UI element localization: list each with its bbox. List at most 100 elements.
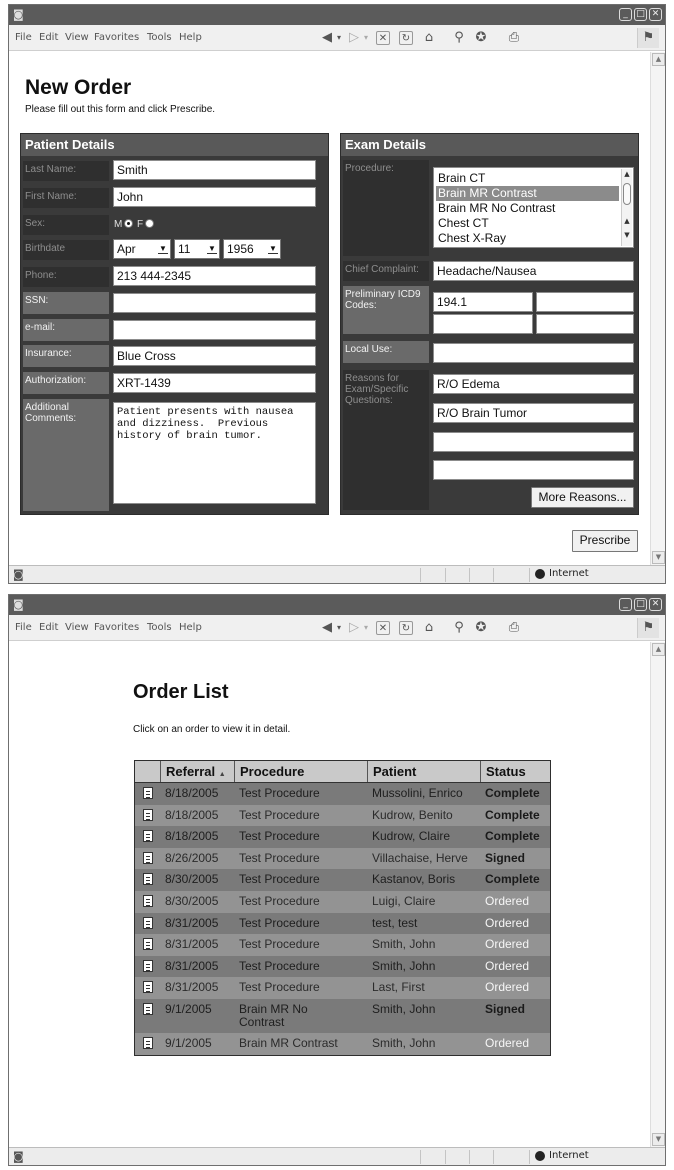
back-arrow-icon[interactable]: ◀	[319, 620, 335, 636]
table-row[interactable]: 8/31/2005 Test Procedure test, test Ordered	[135, 912, 550, 935]
menu-favorites[interactable]: Favorites	[94, 32, 139, 43]
icd9-code-field[interactable]	[536, 292, 634, 312]
additional-comments-textarea[interactable]: Patient presents with nausea and dizzine…	[113, 402, 316, 504]
refresh-icon[interactable]: ↻	[399, 31, 413, 45]
print-icon[interactable]: ⎙	[506, 30, 522, 46]
procedure-option[interactable]: Brain MR No Contrast	[436, 201, 619, 216]
minimize-button[interactable]: _	[619, 598, 632, 611]
reason-field[interactable]: R/O Edema	[433, 374, 634, 394]
print-icon[interactable]: ⎙	[506, 620, 522, 636]
insurance-field[interactable]: Blue Cross	[113, 346, 316, 366]
icd9-code-field[interactable]	[433, 314, 533, 334]
document-icon[interactable]	[143, 938, 153, 951]
document-icon[interactable]	[143, 981, 153, 994]
search-icon[interactable]: ⚲	[451, 620, 467, 636]
search-icon[interactable]: ⚲	[451, 30, 467, 46]
table-row[interactable]: 8/30/2005 Test Procedure Luigi, Claire Orde…	[135, 890, 550, 913]
icd9-code-field[interactable]: 194.1	[433, 292, 533, 312]
table-row[interactable]: 8/18/2005 Test Procedure Kudrow, Claire Com…	[135, 826, 550, 848]
procedure-option[interactable]: Chest CT	[436, 216, 619, 231]
refresh-icon[interactable]: ↻	[399, 621, 413, 635]
favorites-icon[interactable]: ✪	[473, 620, 489, 636]
menu-edit[interactable]: Edit	[39, 32, 58, 43]
first-name-field[interactable]: John	[113, 187, 316, 207]
column-header-referral[interactable]: Referral ▲	[160, 761, 234, 782]
table-row[interactable]: 8/18/2005 Test Procedure Mussolini, Enrico…	[135, 783, 550, 805]
procedure-option[interactable]: Chest X-Ray	[436, 231, 619, 246]
procedure-listbox[interactable]: Brain CT Brain MR Contrast Brain MR No C…	[433, 167, 634, 248]
page-scrollbar[interactable]: ▲ ▼	[650, 52, 665, 565]
icd9-code-field[interactable]	[536, 314, 634, 334]
document-icon[interactable]	[143, 787, 153, 799]
chief-complaint-field[interactable]: Headache/Nausea	[433, 261, 634, 281]
document-icon[interactable]	[143, 959, 153, 972]
back-dropdown-icon[interactable]: ▾	[335, 30, 343, 46]
more-reasons-button[interactable]: More Reasons...	[531, 487, 634, 508]
column-header-status[interactable]: Status	[480, 761, 550, 782]
forward-dropdown-icon[interactable]: ▾	[362, 620, 370, 636]
home-icon[interactable]: ⌂	[421, 30, 437, 46]
sex-f-radio[interactable]	[145, 219, 154, 228]
document-icon[interactable]	[143, 916, 153, 929]
menu-file[interactable]: File	[15, 622, 32, 633]
document-icon[interactable]	[143, 851, 153, 864]
menu-favorites[interactable]: Favorites	[94, 622, 139, 633]
table-row[interactable]: 9/1/2005 Brain MR Contrast Smith, John Orde…	[135, 1032, 550, 1055]
close-button[interactable]: ✕	[649, 598, 662, 611]
last-name-field[interactable]: Smith	[113, 160, 316, 180]
menu-tools[interactable]: Tools	[147, 32, 172, 43]
menu-view[interactable]: View	[65, 622, 89, 633]
scroll-up-arrow-icon[interactable]: ▲	[652, 53, 665, 66]
reason-field[interactable]	[433, 460, 634, 480]
menu-edit[interactable]: Edit	[39, 622, 58, 633]
column-header-procedure[interactable]: Procedure	[234, 761, 367, 782]
forward-arrow-icon[interactable]: ▷	[346, 620, 362, 636]
stop-icon[interactable]: ✕	[376, 31, 390, 45]
back-dropdown-icon[interactable]: ▾	[335, 620, 343, 636]
scroll-up-arrow-icon[interactable]: ▲	[622, 170, 632, 178]
reason-field[interactable]: R/O Brain Tumor	[433, 403, 634, 423]
scroll-down-arrow-icon[interactable]: ▼	[652, 1133, 665, 1146]
scroll-up-arrow-icon[interactable]: ▲	[622, 217, 632, 225]
birth-month-select[interactable]: Apr ▼	[113, 239, 171, 259]
scroll-down-arrow-icon[interactable]: ▼	[652, 551, 665, 564]
title-bar[interactable]: ◙ _ □ ✕	[9, 595, 665, 615]
birth-day-select[interactable]: 11 ▼	[174, 239, 220, 259]
table-row[interactable]: 8/26/2005 Test Procedure Villachaise, Herv…	[135, 847, 550, 870]
menu-tools[interactable]: Tools	[147, 622, 172, 633]
document-icon[interactable]	[143, 894, 153, 907]
ssn-field[interactable]	[113, 293, 316, 313]
document-icon[interactable]	[143, 808, 153, 821]
document-icon[interactable]	[143, 1002, 153, 1015]
scroll-up-arrow-icon[interactable]: ▲	[652, 643, 665, 656]
home-icon[interactable]: ⌂	[421, 620, 437, 636]
close-button[interactable]: ✕	[649, 8, 662, 21]
sex-m-radio[interactable]	[124, 219, 133, 228]
phone-field[interactable]: 213 444-2345	[113, 266, 316, 286]
column-header-patient[interactable]: Patient	[367, 761, 480, 782]
table-row[interactable]: 8/31/2005 Test Procedure Last, First Ordere…	[135, 977, 550, 999]
procedure-listbox-scrollbar[interactable]: ▲ ▲ ▼	[621, 169, 632, 246]
local-use-field[interactable]	[433, 343, 634, 363]
document-icon[interactable]	[143, 873, 153, 886]
reason-field[interactable]	[433, 432, 634, 452]
forward-arrow-icon[interactable]: ▷	[346, 30, 362, 46]
document-icon[interactable]	[143, 1036, 153, 1049]
maximize-button[interactable]: □	[634, 8, 647, 21]
table-row[interactable]: 8/31/2005 Test Procedure Smith, John Ordere…	[135, 955, 550, 978]
menu-view[interactable]: View	[65, 32, 89, 43]
favorites-icon[interactable]: ✪	[473, 30, 489, 46]
stop-icon[interactable]: ✕	[376, 621, 390, 635]
minimize-button[interactable]: _	[619, 8, 632, 21]
table-row[interactable]: 8/18/2005 Test Procedure Kudrow, Benito Com…	[135, 804, 550, 827]
title-bar[interactable]: ◙ _ □ ✕	[9, 5, 665, 25]
authorization-field[interactable]: XRT-1439	[113, 373, 316, 393]
menu-help[interactable]: Help	[179, 32, 202, 43]
prescribe-button[interactable]: Prescribe	[572, 530, 638, 552]
table-row[interactable]: 8/30/2005 Test Procedure Kastanov, Boris Co…	[135, 869, 550, 891]
table-row[interactable]: 9/1/2005 Brain MR No Contrast Smith, John S…	[135, 998, 550, 1033]
procedure-option[interactable]: Brain CT	[436, 171, 619, 186]
document-icon[interactable]	[143, 830, 153, 843]
scroll-down-arrow-icon[interactable]: ▼	[622, 231, 632, 239]
menu-help[interactable]: Help	[179, 622, 202, 633]
